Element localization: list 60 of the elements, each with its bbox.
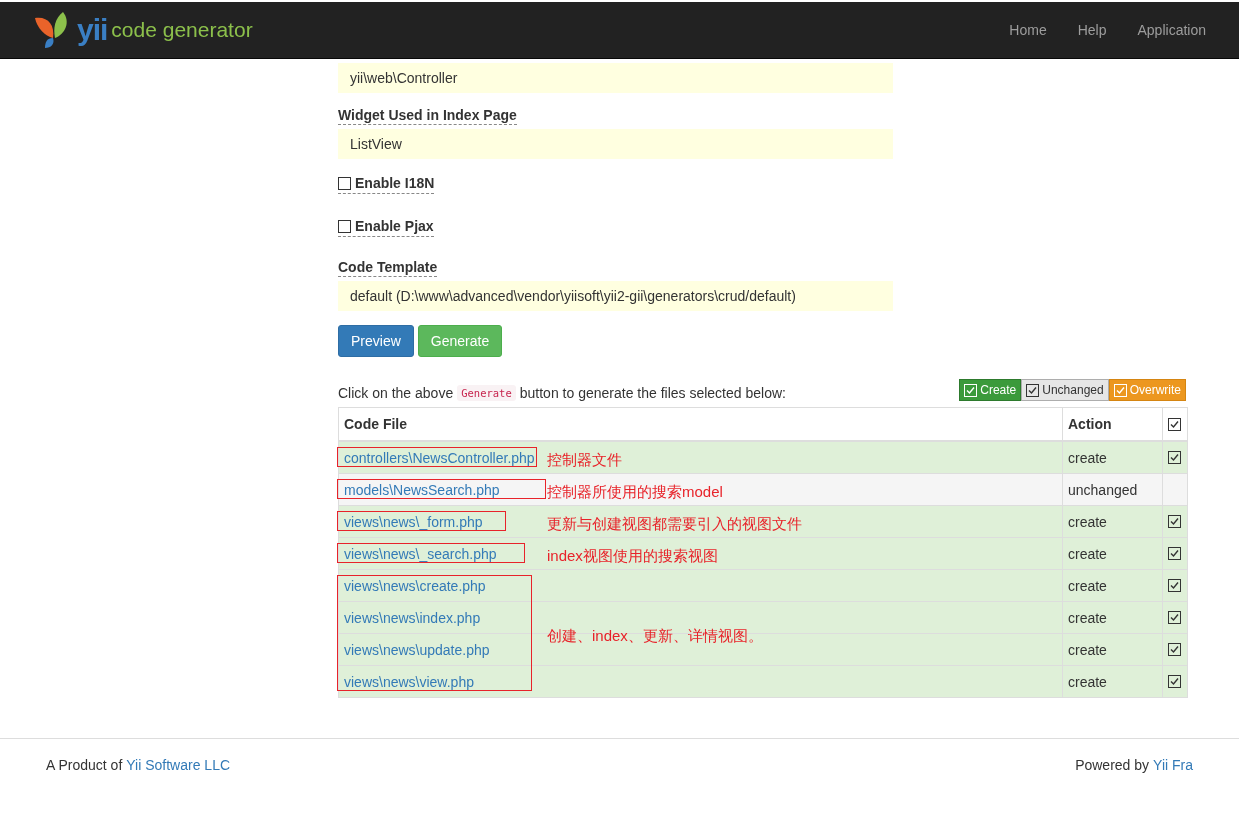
instruction-text: Click on the above [338,385,454,401]
row-checkbox[interactable] [1168,675,1181,688]
row-checkbox[interactable] [1168,579,1181,592]
action-text: unchanged [1068,481,1138,498]
code-snippet: Generate [457,385,516,401]
select-all-checkbox[interactable] [1168,417,1181,431]
footer-text: Powered by [1075,757,1150,773]
nav-link[interactable]: Application [1137,22,1206,38]
footer-link[interactable]: Yii Fra [1153,757,1193,773]
filter-toggle[interactable]: Unchanged [1021,379,1109,401]
checkbox[interactable] [338,176,351,190]
input-field[interactable]: yii\web\Controller [338,63,893,93]
action-text: create [1068,609,1107,626]
action-text: create [1068,513,1107,530]
column-header: Code File [344,416,407,432]
annotation-note: index视图使用的搜索视图 [546,547,718,567]
input-field[interactable]: default (D:\www\advanced\vendor\yiisoft\yii2-gii\generators\crud/default) [338,281,893,311]
footer-text: A Product of [46,757,123,773]
field-label: Widget Used in Index Page [338,107,517,125]
row-checkbox[interactable] [1168,643,1181,656]
preview-button[interactable]: Preview [338,325,414,357]
footer-link[interactable]: Yii Software LLC [126,757,231,773]
row-checkbox[interactable] [1168,611,1181,624]
generate-button[interactable]: Generate [417,325,503,357]
filter-toggle[interactable]: Create [959,379,1022,401]
input-field[interactable]: ListView [338,129,893,159]
checkbox-icon [964,383,978,397]
file-link[interactable]: views\news\create.php [344,577,486,594]
action-text: create [1068,449,1107,466]
annotation-note: 控制器文件 [546,451,622,471]
row-checkbox[interactable] [1168,451,1181,464]
row-checkbox[interactable] [1168,547,1181,560]
field-label: Code Template [338,259,438,277]
action-text: create [1068,545,1107,562]
column-header: Action [1068,416,1112,432]
nav-link[interactable]: Help [1077,22,1107,38]
annotation-note: 控制器所使用的搜索model [546,483,723,503]
filter-toggle[interactable]: Overwrite [1108,379,1186,401]
file-link[interactable]: views\news\_search.php [344,545,497,562]
file-link[interactable]: views\news\update.php [344,641,490,658]
file-link[interactable]: controllers\NewsController.php [344,449,535,466]
file-link[interactable]: models\NewsSearch.php [344,481,500,498]
nav-link[interactable]: Home [1009,22,1047,38]
file-link[interactable]: views\news\view.php [344,673,474,690]
action-text: create [1068,641,1107,658]
checkbox[interactable] [338,219,351,233]
checkbox-icon [1026,383,1040,397]
brand-text[interactable]: code generator [111,18,253,42]
checkbox-label: Enable Pjax [355,218,434,234]
brand-mark[interactable]: yii [77,15,108,45]
action-text: create [1068,577,1107,594]
file-link[interactable]: views\news\_form.php [344,513,483,530]
action-text: create [1068,673,1107,690]
instruction-text: button to generate the files selected below: [519,385,786,401]
file-link[interactable]: views\news\index.php [344,609,481,626]
row-checkbox[interactable] [1168,515,1181,528]
annotation-note: 更新与创建视图都需要引入的视图文件 [546,515,802,535]
checkbox-icon [1113,383,1127,397]
checkbox-label: Enable I18N [355,175,435,191]
annotation-note: 创建、index、更新、详情视图。 [546,627,763,647]
